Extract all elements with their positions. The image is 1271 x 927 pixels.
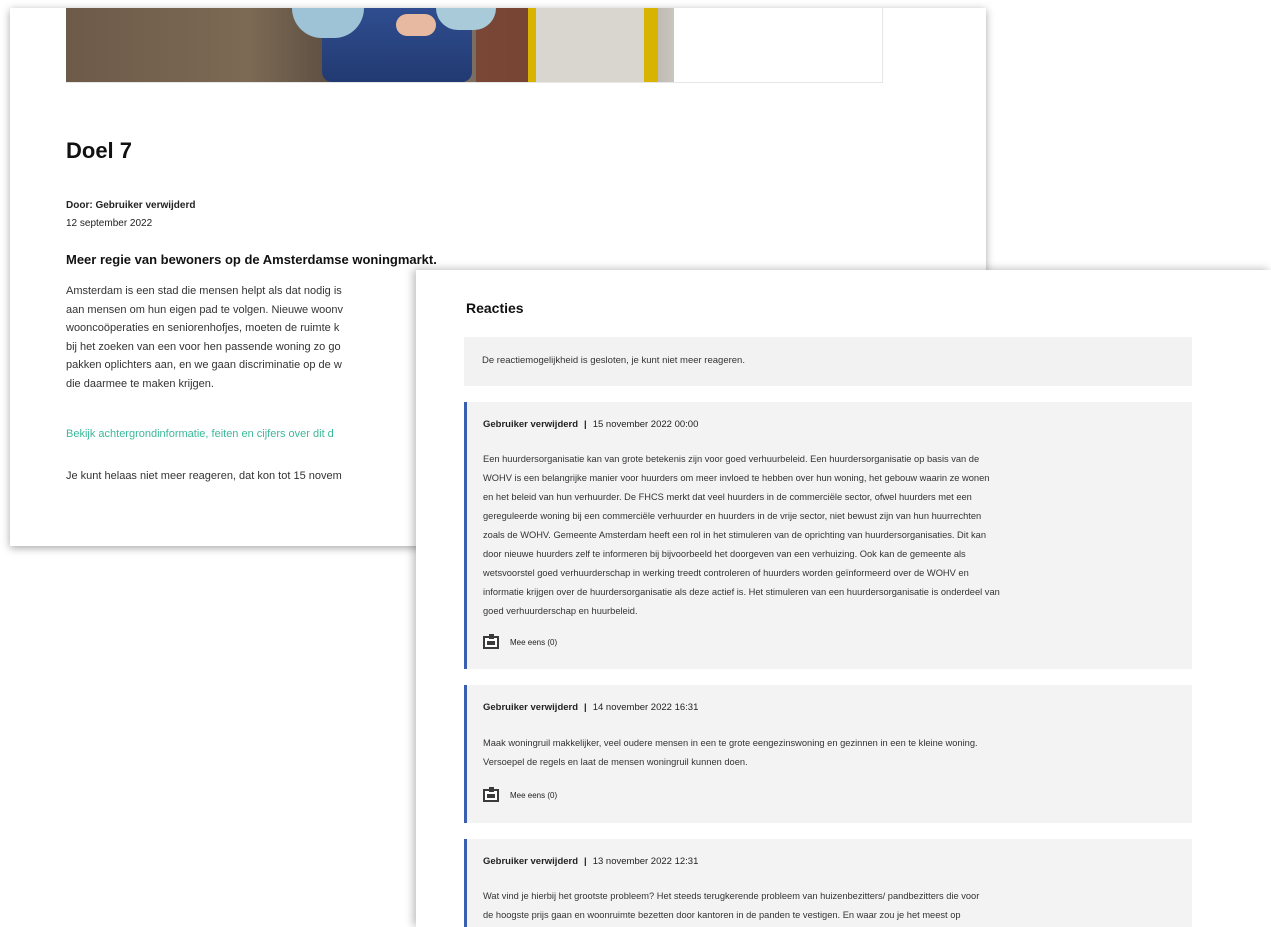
article-body-line: wooncoöperaties en seniorenhofjes, moete…: [66, 322, 340, 334]
article-date: 12 september 2022: [66, 218, 153, 229]
article-author: Door: Gebruiker verwijderd: [66, 200, 196, 211]
article-intro: Meer regie van bewoners op de Amsterdams…: [66, 252, 437, 267]
comment-line: Wat vind je hierbij het grootste problee…: [483, 891, 980, 901]
article-body-line: Amsterdam is een stad die mensen helpt a…: [66, 285, 342, 297]
comment-item: Gebruiker verwijderd | 14 november 2022 16…: [464, 685, 1192, 823]
comment-item: Gebruiker verwijderd | 13 november 2022 12…: [464, 839, 1192, 927]
comment-line: door nieuwe huurders zelf te informeren …: [483, 549, 966, 559]
comment-author: Gebruiker verwijderd: [483, 856, 579, 867]
article-content: Doel 7 Door: Gebruiker verwijderd 12 sep…: [66, 138, 966, 482]
comment-line: informatie krijgen over de huurdersorgan…: [483, 587, 1000, 597]
reactions-title: Reacties: [466, 300, 524, 316]
agree-button[interactable]: Mee eens (0): [483, 634, 558, 649]
article-body-line: pakken oplichters aan, en we gaan discri…: [66, 359, 342, 371]
comment-line: wetsvoorstel goed verhuurderschap in wer…: [483, 568, 969, 578]
comment-author: Gebruiker verwijderd: [483, 702, 579, 713]
comment-line: gereguleerde woning bij een commerciële …: [483, 511, 982, 521]
article-body: Amsterdam is een stad die mensen helpt a…: [66, 282, 343, 393]
comment-line: zoals de WOHV. Gemeente Amsterdam heeft …: [483, 530, 986, 540]
closed-note: Je kunt helaas niet meer reageren, dat k…: [66, 470, 342, 482]
article-body-line: bij het zoeken van een voor hen passende…: [66, 340, 341, 353]
comment-separator: |: [584, 856, 587, 867]
comment-text: Een huurdersorganisatie kan van grote be…: [483, 450, 1183, 621]
agree-label: Mee eens (0): [510, 638, 558, 647]
reactions-closed-notice: De reactiemogelijkheid is gesloten, je k…: [464, 337, 1192, 386]
comment-header: Gebruiker verwijderd | 15 november 2022 00…: [483, 419, 698, 430]
comment-date: 13 november 2022 12:31: [592, 856, 699, 867]
comment-header: Gebruiker verwijderd | 13 november 2022 12…: [483, 856, 698, 867]
reactions-card: Reacties De reactiemogelijkheid is geslo…: [416, 270, 1271, 927]
thumbs-up-icon: [483, 634, 499, 649]
comment-date: 15 november 2022 00:00: [592, 419, 699, 430]
comment-text: Maak woningruil makkelijker, veel oudere…: [483, 734, 1183, 772]
comment-header: Gebruiker verwijderd | 14 november 2022 16…: [483, 702, 698, 713]
thumbs-up-icon: [483, 787, 499, 802]
comment-line: Een huurdersorganisatie kan van grote be…: [483, 454, 980, 464]
comment-line: de hoogste prijs gaan en woonruimte beze…: [483, 910, 961, 920]
reactions-closed-text: De reactiemogelijkheid is gesloten, je k…: [482, 355, 745, 366]
comment-text: Wat vind je hierbij het grootste problee…: [483, 887, 1183, 925]
comment-separator: |: [584, 702, 587, 713]
agree-button[interactable]: Mee eens (0): [483, 787, 558, 802]
comment-line: goed verhuurderschap en huurbeleid.: [483, 606, 638, 616]
hero-photo: [66, 8, 674, 82]
article-body-line: aan mensen om hun eigen pad te volgen. N…: [66, 303, 344, 316]
comment-line: WOHV is een belangrijke manier voor huur…: [483, 473, 990, 483]
agree-label: Mee eens (0): [510, 791, 558, 800]
comment-author: Gebruiker verwijderd: [483, 419, 579, 430]
comment-line: Maak woningruil makkelijker, veel oudere…: [483, 738, 978, 748]
article-body-line: die daarmee te maken krijgen.: [66, 377, 214, 390]
page-title: Doel 7: [66, 138, 133, 163]
hero-image-frame: [66, 8, 883, 83]
comment-item: Gebruiker verwijderd | 15 november 2022 00…: [464, 402, 1192, 669]
comment-date: 14 november 2022 16:31: [592, 702, 699, 713]
background-info-link[interactable]: Bekijk achtergrondinformatie, feiten en …: [66, 428, 334, 440]
comment-separator: |: [584, 419, 587, 430]
comment-line: Versoepel de regels en laat de mensen wo…: [483, 757, 748, 767]
comment-line: en het beleid van hun verhuurder. De FHC…: [483, 492, 972, 502]
